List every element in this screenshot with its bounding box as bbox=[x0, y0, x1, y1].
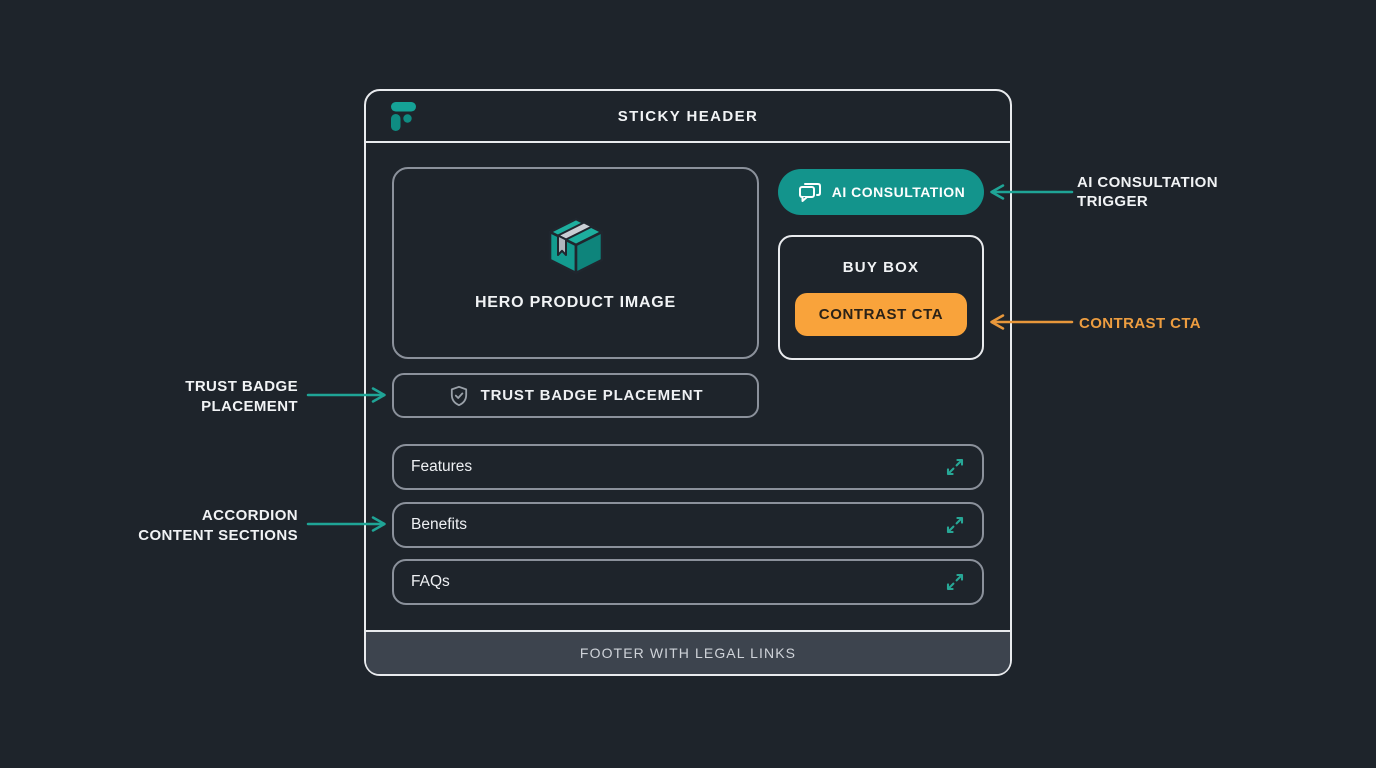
ai-consultation-label: AI CONSULTATION bbox=[832, 184, 966, 200]
expand-icon[interactable] bbox=[945, 457, 965, 477]
annotation-accordion-content-sections: ACCORDION CONTENT SECTIONS bbox=[80, 506, 298, 546]
trust-badge-label: TRUST BADGE PLACEMENT bbox=[481, 387, 704, 404]
accordion-label: FAQs bbox=[411, 573, 450, 591]
expand-icon[interactable] bbox=[945, 572, 965, 592]
accordion-label: Features bbox=[411, 458, 472, 476]
expand-icon[interactable] bbox=[945, 515, 965, 535]
package-icon bbox=[543, 214, 609, 278]
ai-consultation-button[interactable]: AI CONSULTATION bbox=[778, 169, 984, 215]
sticky-header-label: STICKY HEADER bbox=[618, 108, 758, 125]
wireframe-diagram: STICKY HEADER HERO PRODUCT IMAGE bbox=[0, 0, 1376, 768]
hero-product-image-label: HERO PRODUCT IMAGE bbox=[475, 294, 676, 312]
sticky-header: STICKY HEADER bbox=[366, 91, 1010, 143]
trust-badge-placement: TRUST BADGE PLACEMENT bbox=[392, 373, 759, 418]
accordion-row-benefits[interactable]: Benefits bbox=[392, 502, 984, 548]
annotation-contrast-cta: CONTRAST CTA bbox=[1079, 314, 1201, 333]
accordion-row-features[interactable]: Features bbox=[392, 444, 984, 490]
brand-logo-icon bbox=[390, 101, 420, 133]
buy-box-title: BUY BOX bbox=[843, 259, 919, 276]
annotation-arrow-right-teal bbox=[306, 515, 390, 533]
annotation-trust-badge-placement: TRUST BADGE PLACEMENT bbox=[80, 377, 298, 417]
annotation-arrow-right-teal bbox=[306, 386, 390, 404]
hero-product-image-placeholder: HERO PRODUCT IMAGE bbox=[392, 167, 759, 359]
contrast-cta-button[interactable]: CONTRAST CTA bbox=[795, 293, 967, 336]
annotation-ai-consultation-trigger: AI CONSULTATION TRIGGER bbox=[1077, 173, 1218, 211]
shield-check-icon bbox=[448, 385, 470, 407]
accordion-row-faqs[interactable]: FAQs bbox=[392, 559, 984, 605]
chat-bubbles-icon bbox=[797, 180, 823, 204]
annotation-arrow-left-teal bbox=[986, 183, 1074, 201]
footer-with-legal-links: FOOTER WITH LEGAL LINKS bbox=[366, 630, 1010, 674]
annotation-arrow-left-orange bbox=[986, 313, 1074, 331]
accordion-label: Benefits bbox=[411, 516, 467, 534]
buy-box: BUY BOX CONTRAST CTA bbox=[778, 235, 984, 360]
footer-label: FOOTER WITH LEGAL LINKS bbox=[580, 645, 796, 661]
landing-page-wireframe: STICKY HEADER HERO PRODUCT IMAGE bbox=[364, 89, 1012, 676]
